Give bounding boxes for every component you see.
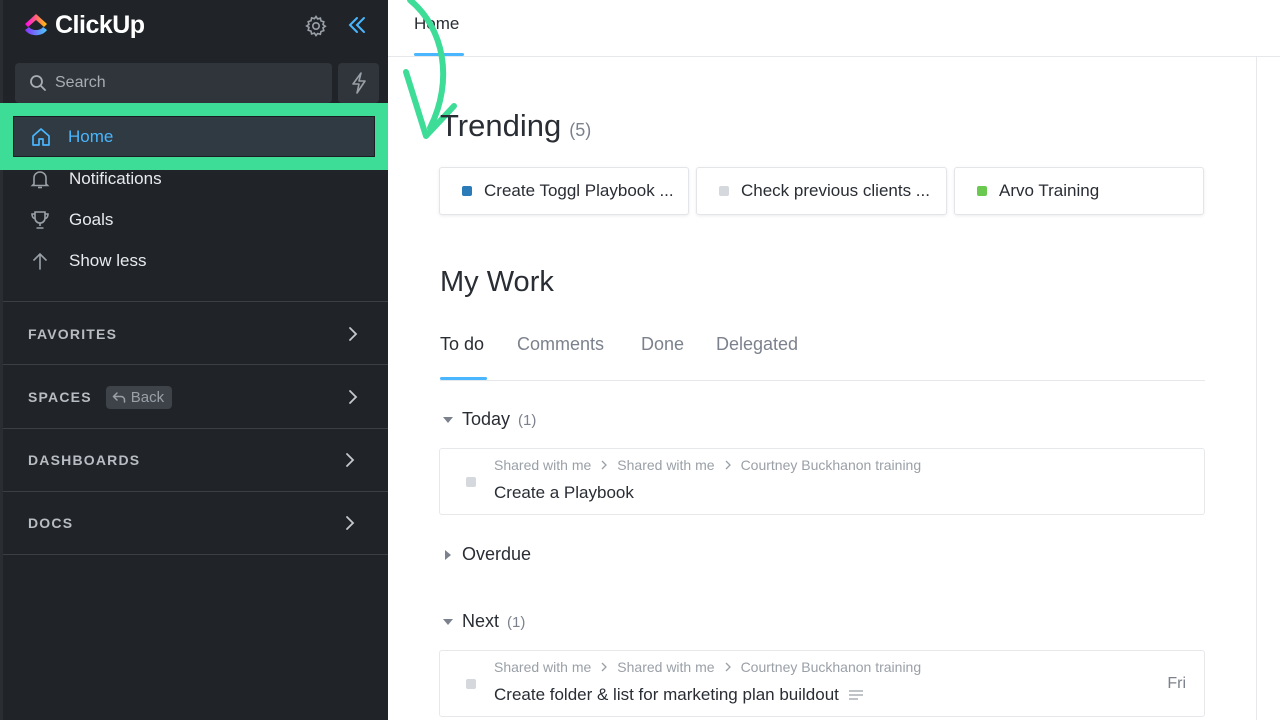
- clickup-logo[interactable]: ClickUp: [23, 10, 145, 40]
- tab-delegated[interactable]: Delegated: [716, 334, 798, 355]
- trending-heading: Trending (5): [440, 108, 591, 144]
- clickup-logo-icon: [25, 14, 47, 36]
- sidebar-item-goals[interactable]: Goals: [29, 205, 113, 235]
- section-spaces[interactable]: SPACES Back: [28, 382, 368, 412]
- tab-active-indicator: [440, 377, 487, 380]
- chevron-right-icon: [725, 662, 731, 672]
- sidebar-divider: [3, 491, 388, 492]
- sidebar-divider: [3, 301, 388, 302]
- section-label: FAVORITES: [28, 326, 118, 342]
- search-icon: [30, 75, 46, 91]
- task-status-dot: [719, 186, 729, 196]
- back-button[interactable]: Back: [105, 385, 173, 409]
- settings-gear-icon[interactable]: [304, 14, 328, 38]
- task-name: Create folder & list for marketing plan …: [494, 685, 863, 705]
- sidebar-divider: [3, 428, 388, 429]
- trending-card-label: Create Toggl Playbook ...: [484, 181, 674, 200]
- group-count: (1): [507, 614, 526, 631]
- section-dashboards[interactable]: DASHBOARDS: [28, 445, 368, 475]
- task-status-dot: [977, 186, 987, 196]
- chevron-right-icon: [725, 460, 731, 470]
- back-label: Back: [130, 388, 165, 406]
- group-today[interactable]: Today (1): [442, 409, 536, 430]
- sidebar-item-show-less[interactable]: Show less: [29, 246, 146, 276]
- app-name: ClickUp: [55, 10, 145, 39]
- group-count: (1): [518, 412, 537, 429]
- collapse-sidebar-icon[interactable]: [345, 12, 369, 38]
- sidebar-divider: [3, 364, 388, 365]
- breadcrumb-item[interactable]: Shared with me: [494, 659, 591, 675]
- sidebar-item-label: Notifications: [69, 169, 162, 188]
- caret-right-icon: [445, 549, 451, 560]
- breadcrumb-item[interactable]: Courtney Buckhanon training: [741, 659, 922, 675]
- section-label: DASHBOARDS: [28, 452, 141, 468]
- task-status-checkbox[interactable]: [466, 477, 476, 487]
- chevron-right-icon: [601, 662, 608, 672]
- trending-card-label: Arvo Training: [999, 181, 1100, 200]
- section-docs[interactable]: DOCS: [28, 508, 368, 538]
- group-label: Today: [462, 409, 511, 429]
- arrow-up-icon: [33, 252, 47, 270]
- chevron-right-icon[interactable]: [341, 513, 359, 533]
- bell-icon: [30, 171, 50, 189]
- task-row[interactable]: Shared with me Shared with me Courtney B…: [439, 650, 1205, 717]
- scrollbar-track[interactable]: [1256, 57, 1257, 720]
- chevron-right-icon[interactable]: [344, 324, 362, 344]
- trophy-icon: [31, 211, 49, 229]
- search-box[interactable]: [15, 63, 332, 103]
- section-label: DOCS: [28, 515, 74, 531]
- task-name: Create a Playbook: [494, 483, 634, 503]
- chevron-right-icon: [601, 460, 608, 470]
- trending-card-label: Check previous clients ...: [741, 181, 930, 200]
- chevron-right-icon[interactable]: [344, 387, 362, 407]
- sidebar-divider: [3, 554, 388, 555]
- task-name-text: Create a Playbook: [494, 483, 634, 502]
- group-overdue[interactable]: Overdue: [442, 544, 531, 565]
- breadcrumb-item[interactable]: Courtney Buckhanon training: [741, 457, 922, 473]
- caret-down-icon: [443, 416, 453, 423]
- description-lines-icon: [848, 690, 863, 700]
- trending-card[interactable]: Create Toggl Playbook ...: [439, 167, 689, 215]
- section-label: SPACES: [28, 389, 92, 405]
- section-favorites[interactable]: FAVORITES: [28, 319, 368, 349]
- search-input[interactable]: [55, 74, 315, 92]
- tab-comments[interactable]: Comments: [517, 334, 604, 355]
- task-due-date[interactable]: Fri: [1167, 675, 1186, 693]
- group-label: Overdue: [462, 544, 532, 564]
- mywork-tabs: To do Comments Done Delegated: [440, 334, 1205, 381]
- sidebar-item-notifications[interactable]: Notifications: [29, 164, 162, 194]
- trending-card[interactable]: Check previous clients ...: [696, 167, 947, 215]
- breadcrumb-item[interactable]: Shared with me: [617, 457, 714, 473]
- lightning-icon: [351, 72, 366, 94]
- tab-done[interactable]: Done: [641, 334, 684, 355]
- trending-card[interactable]: Arvo Training: [954, 167, 1204, 215]
- trending-count: (5): [569, 120, 592, 140]
- breadcrumb-item[interactable]: Shared with me: [494, 457, 591, 473]
- group-next[interactable]: Next (1): [442, 611, 525, 632]
- task-status-checkbox[interactable]: [466, 679, 476, 689]
- task-name-text: Create folder & list for marketing plan …: [494, 685, 839, 704]
- sidebar-item-home[interactable]: Home: [13, 116, 375, 157]
- task-status-dot: [462, 186, 472, 196]
- top-bar: Home: [388, 0, 1280, 57]
- sidebar-item-label: Home: [68, 126, 114, 146]
- back-arrow-icon: [112, 392, 125, 403]
- task-breadcrumb: Shared with me Shared with me Courtney B…: [494, 659, 921, 675]
- task-row[interactable]: Shared with me Shared with me Courtney B…: [439, 448, 1205, 515]
- sidebar-item-label: Goals: [69, 210, 114, 229]
- group-label: Next: [462, 611, 500, 631]
- sidebar-item-label: Show less: [69, 251, 147, 270]
- chevron-right-icon[interactable]: [341, 450, 359, 470]
- caret-down-icon: [443, 618, 453, 625]
- tab-to-do[interactable]: To do: [440, 334, 484, 355]
- quick-action-button[interactable]: [338, 63, 379, 103]
- home-icon: [32, 127, 50, 146]
- trending-title: Trending: [440, 108, 562, 143]
- mywork-title: My Work: [440, 266, 554, 298]
- task-breadcrumb: Shared with me Shared with me Courtney B…: [494, 457, 921, 473]
- breadcrumb-item[interactable]: Shared with me: [617, 659, 714, 675]
